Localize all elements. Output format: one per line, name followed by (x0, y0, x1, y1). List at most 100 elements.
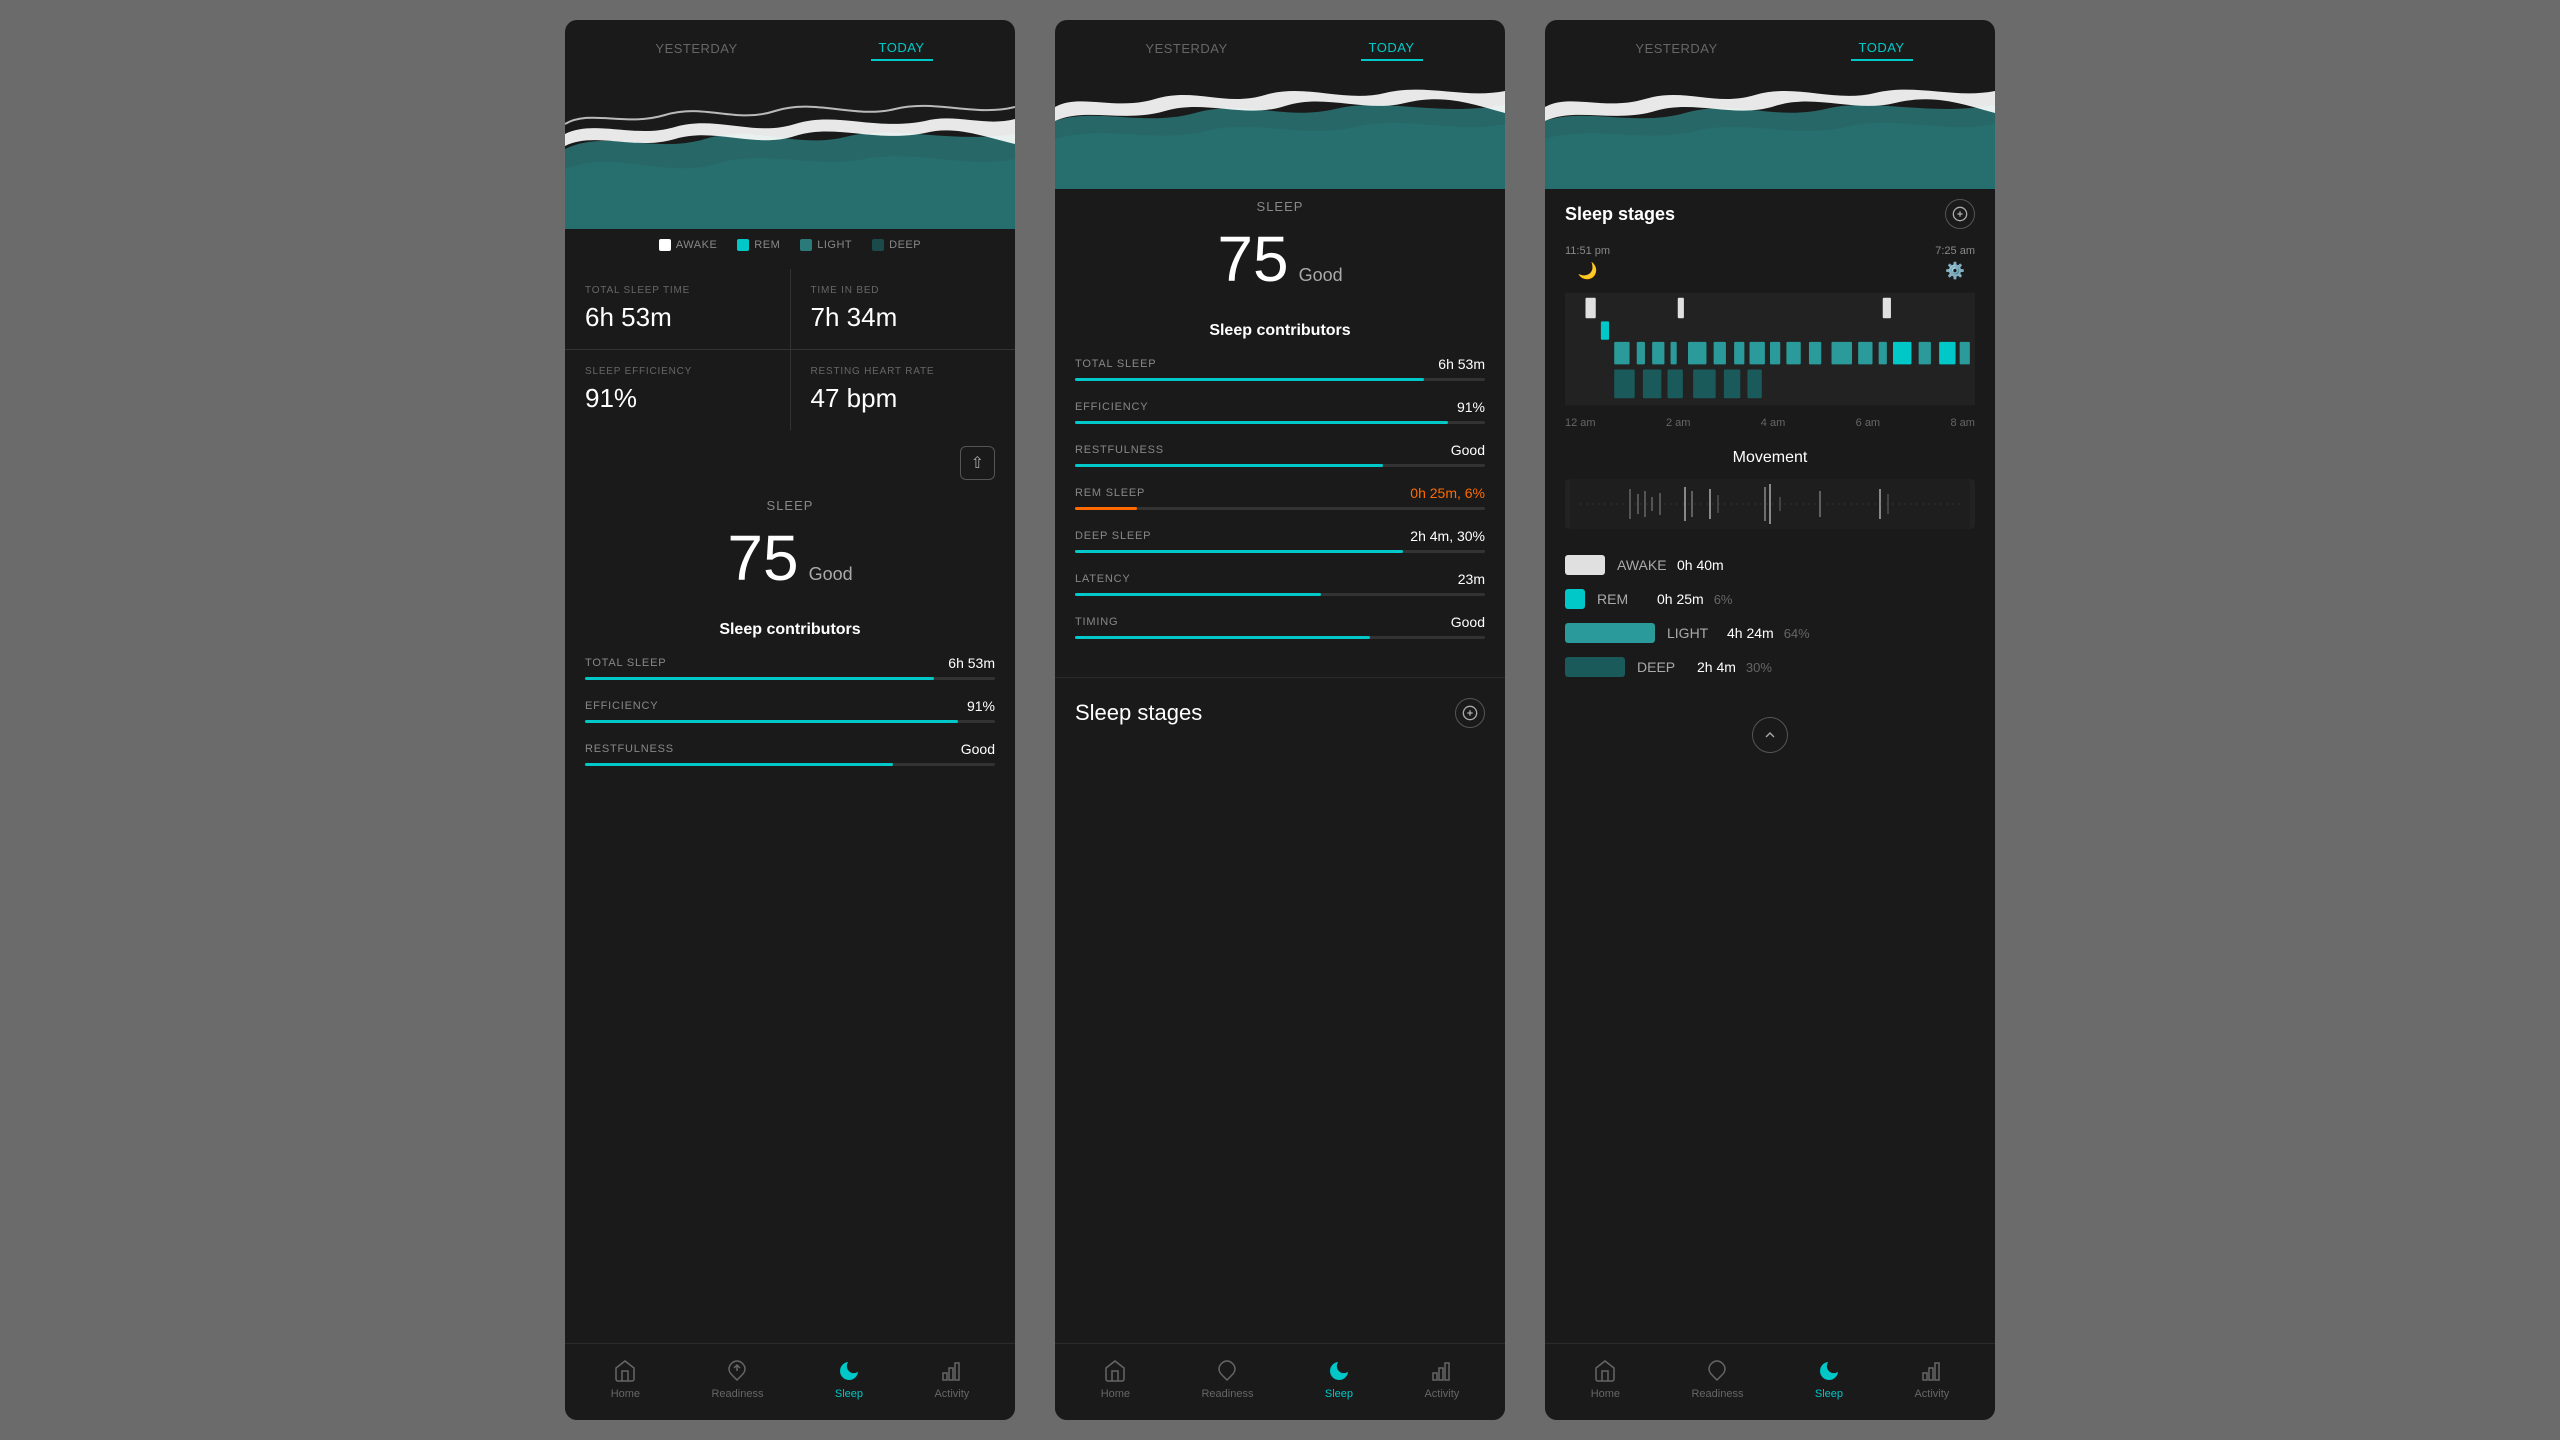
top-navigation-1: YESTERDAY TODAY (565, 20, 1015, 69)
home-icon-2 (1102, 1358, 1128, 1384)
score-number-2: 75 (1217, 222, 1288, 296)
stage-legend: AWAKE 0h 40m REM 0h 25m 6% LIGHT 4h 24m … (1545, 539, 1995, 707)
stat-total-sleep: TOTAL SLEEP TIME 6h 53m (565, 269, 790, 349)
sleep-wave-2 (1055, 69, 1505, 189)
stages-expand-button[interactable] (1455, 698, 1485, 728)
stages-preview-title: Sleep stages (1075, 700, 1202, 726)
scroll-up-button[interactable] (1752, 717, 1788, 753)
stages-title: Sleep stages (1565, 204, 1675, 225)
stages-expand-btn-3[interactable] (1945, 199, 1975, 229)
contributor-restfulness: RESTFULNESS Good (585, 741, 995, 766)
legend-awake: AWAKE (659, 239, 717, 251)
contributor-total-sleep: TOTAL SLEEP 6h 53m (585, 655, 995, 680)
tab-readiness-2[interactable]: Readiness (1201, 1358, 1253, 1400)
nav-today-2[interactable]: TODAY (1361, 36, 1423, 61)
activity-icon-3 (1919, 1358, 1945, 1384)
c2-restfulness: RESTFULNESS Good (1075, 442, 1485, 467)
light-color (1565, 623, 1655, 643)
readiness-icon-3 (1704, 1358, 1730, 1384)
top-navigation-3: YESTERDAY TODAY (1545, 20, 1995, 69)
readiness-icon-2 (1214, 1358, 1240, 1384)
tab-label-home-3: Home (1591, 1388, 1620, 1400)
contributors-title-2: Sleep contributors (1075, 322, 1485, 340)
stages-preview-section: Sleep stages (1055, 677, 1505, 738)
moon-icon: 🌙 (1578, 261, 1598, 281)
stats-grid-1: TOTAL SLEEP TIME 6h 53m TIME IN BED 7h 3… (565, 269, 1015, 430)
sleep-stages-section: Sleep stages 11:51 pm 🌙 7:25 am ⚙️ (1545, 189, 1995, 439)
scroll-area-3[interactable]: Sleep stages 11:51 pm 🌙 7:25 am ⚙️ (1545, 189, 1995, 1343)
tab-sleep-3[interactable]: Sleep (1815, 1358, 1843, 1400)
legend-deep: DEEP (872, 239, 921, 251)
sleep-icon-2 (1326, 1358, 1352, 1384)
sleep-stage-chart (1565, 289, 1975, 409)
tab-sleep-1[interactable]: Sleep (835, 1358, 863, 1400)
start-time-label: 11:51 pm (1565, 245, 1610, 257)
nav-yesterday-2[interactable]: YESTERDAY (1137, 37, 1235, 60)
sleep-icon-3 (1816, 1358, 1842, 1384)
tab-home-3[interactable]: Home (1591, 1358, 1620, 1400)
tab-label-activity-3: Activity (1914, 1388, 1949, 1400)
tab-label-activity-2: Activity (1424, 1388, 1459, 1400)
tab-home-2[interactable]: Home (1101, 1358, 1130, 1400)
tab-label-sleep-3: Sleep (1815, 1388, 1843, 1400)
tab-label-readiness-2: Readiness (1201, 1388, 1253, 1400)
stages-header: Sleep stages (1565, 199, 1975, 229)
score-quality-1: Good (809, 564, 853, 585)
c2-total-sleep: TOTAL SLEEP 6h 53m (1075, 356, 1485, 381)
tab-label-activity-1: Activity (934, 1388, 969, 1400)
deep-color (1565, 657, 1625, 677)
contributors-1: Sleep contributors TOTAL SLEEP 6h 53m EF… (565, 611, 1015, 794)
tab-activity-1[interactable]: Activity (934, 1358, 969, 1400)
tab-sleep-2[interactable]: Sleep (1325, 1358, 1353, 1400)
tab-activity-3[interactable]: Activity (1914, 1358, 1949, 1400)
bottom-nav-2: Home Readiness Sleep Activity (1055, 1343, 1505, 1420)
tab-label-sleep-1: Sleep (835, 1388, 863, 1400)
movement-chart (1565, 479, 1975, 529)
nav-yesterday-3[interactable]: YESTERDAY (1627, 37, 1725, 60)
scroll-area-1[interactable]: ⇧ SLEEP 75 Good Sleep contributors TOTAL… (565, 438, 1015, 1343)
home-icon-1 (612, 1358, 638, 1384)
tab-label-home-2: Home (1101, 1388, 1130, 1400)
c2-rem-sleep: REM SLEEP 0h 25m, 6% (1075, 485, 1485, 510)
tab-activity-2[interactable]: Activity (1424, 1358, 1459, 1400)
legend-light: LIGHT (800, 239, 852, 251)
panel-2: YESTERDAY TODAY SLEEP 75 Good Sleep cont… (1055, 20, 1505, 1420)
tab-label-readiness-3: Readiness (1691, 1388, 1743, 1400)
sleep-score-1: SLEEP 75 Good (565, 488, 1015, 611)
nav-today-3[interactable]: TODAY (1851, 36, 1913, 61)
time-axis: 12 am 2 am 4 am 6 am 8 am (1565, 417, 1975, 429)
bottom-nav-1: Home Readiness Sleep Activity (565, 1343, 1015, 1420)
sleep-score-2: SLEEP 75 Good (1055, 189, 1505, 312)
tab-readiness-1[interactable]: Readiness (711, 1358, 763, 1400)
tab-label-readiness-1: Readiness (711, 1388, 763, 1400)
panel-3: YESTERDAY TODAY Sleep stages 11:51 pm 🌙 (1545, 20, 1995, 1420)
tab-home-1[interactable]: Home (611, 1358, 640, 1400)
contributors-2: Sleep contributors TOTAL SLEEP 6h 53m EF… (1055, 312, 1505, 667)
c2-timing: TIMING Good (1075, 614, 1485, 639)
tab-readiness-3[interactable]: Readiness (1691, 1358, 1743, 1400)
activity-icon-1 (939, 1358, 965, 1384)
share-button[interactable]: ⇧ (960, 446, 995, 480)
share-area: ⇧ (565, 438, 1015, 488)
sleep-label-1: SLEEP (585, 498, 995, 513)
awake-color (1565, 555, 1605, 575)
legend-item-deep: DEEP 2h 4m 30% (1565, 657, 1975, 677)
home-icon-3 (1592, 1358, 1618, 1384)
readiness-icon-1 (724, 1358, 750, 1384)
scroll-area-2[interactable]: SLEEP 75 Good Sleep contributors TOTAL S… (1055, 189, 1505, 1343)
c2-deep-sleep: DEEP SLEEP 2h 4m, 30% (1075, 528, 1485, 553)
stat-rhr: RESTING HEART RATE 47 bpm (791, 350, 1016, 430)
stat-efficiency: SLEEP EFFICIENCY 91% (565, 350, 790, 430)
movement-title: Movement (1565, 449, 1975, 467)
nav-yesterday-1[interactable]: YESTERDAY (647, 37, 745, 60)
c2-latency: LATENCY 23m (1075, 571, 1485, 596)
score-quality-2: Good (1299, 265, 1343, 286)
nav-today-1[interactable]: TODAY (871, 36, 933, 61)
tab-label-sleep-2: Sleep (1325, 1388, 1353, 1400)
sleep-legend-1: AWAKE REM LIGHT DEEP (565, 229, 1015, 261)
sleep-icon-1 (836, 1358, 862, 1384)
tab-label-home-1: Home (611, 1388, 640, 1400)
legend-item-light: LIGHT 4h 24m 64% (1565, 623, 1975, 643)
panel-1: YESTERDAY TODAY AWAKE REM LIGHT (565, 20, 1015, 1420)
legend-item-awake: AWAKE 0h 40m (1565, 555, 1975, 575)
